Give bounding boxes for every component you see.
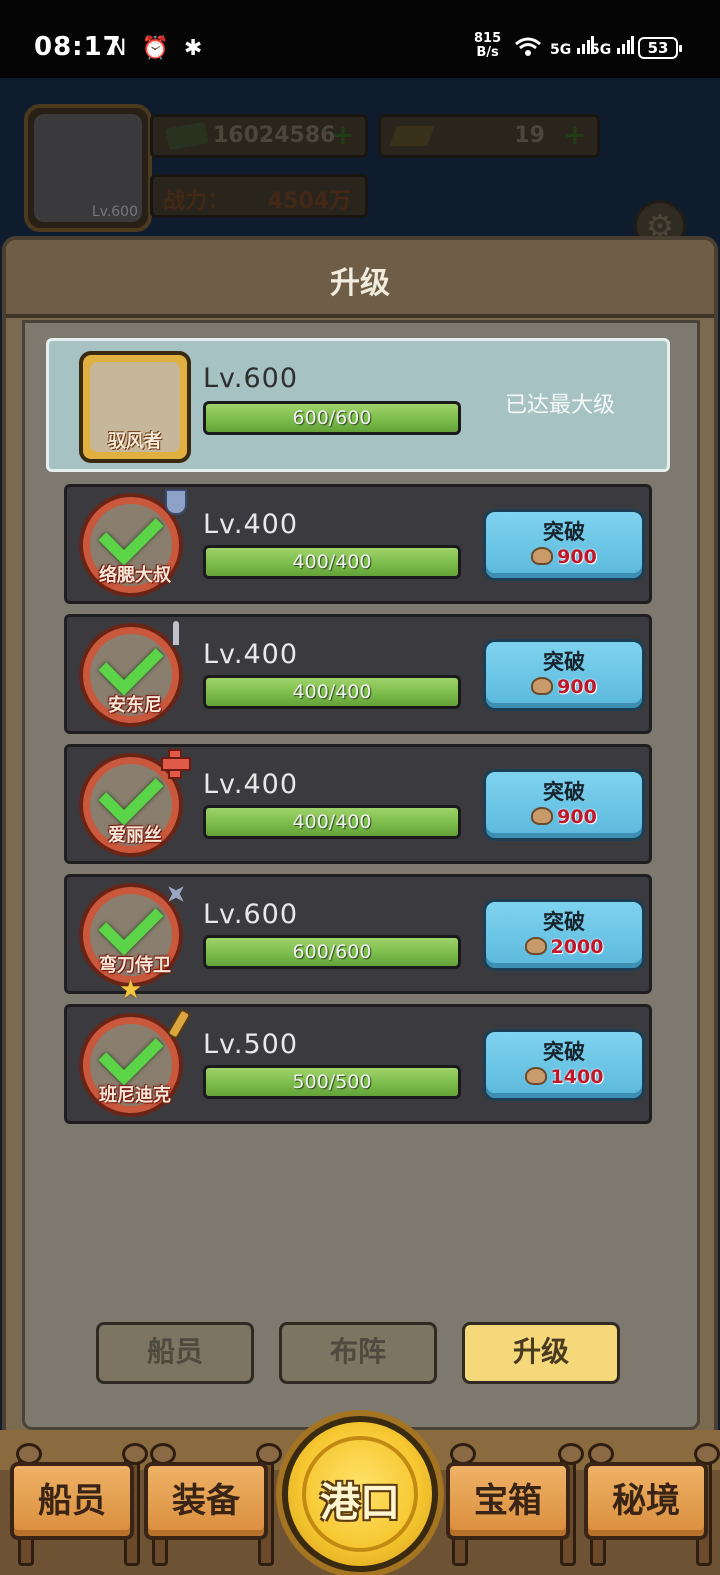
signal-2-label: 5G: [590, 42, 612, 58]
nav-secret-realm-button[interactable]: 秘境: [584, 1462, 708, 1540]
max-level-status: 已达最大级: [505, 393, 616, 418]
hero-portrait[interactable]: 安东尼: [79, 623, 183, 727]
signal-1-label: 5G: [550, 42, 572, 58]
signal-bars-icon: [617, 36, 635, 54]
breakthrough-button[interactable]: 突破 900: [483, 639, 645, 711]
status-icons: N ⏰ ✱: [110, 36, 207, 61]
exp-text: 400/400: [292, 811, 372, 833]
breakthrough-button[interactable]: 突破 900: [483, 509, 645, 581]
breakthrough-button[interactable]: 突破 900: [483, 769, 645, 841]
hero-name: 络腮大叔: [99, 565, 171, 586]
signal-5g-2: 5G: [590, 36, 635, 58]
nav-equipment-button[interactable]: 装备: [144, 1462, 268, 1540]
cost-value: 1400: [550, 1066, 604, 1088]
exp-text: 400/400: [292, 681, 372, 703]
shield-icon: [165, 489, 187, 515]
breakthrough-cost: 900: [486, 676, 642, 698]
battery-indicator: 53: [638, 37, 682, 59]
nav-crew-button[interactable]: 船员: [10, 1462, 134, 1540]
breakthrough-cost: 900: [486, 546, 642, 568]
hero-row[interactable]: 安东尼 Lv.400 400/400 突破 900: [64, 614, 652, 734]
hero-name: 班尼迪克: [99, 1085, 171, 1106]
signal-5g-1: 5G: [550, 36, 595, 58]
exp-bar: 500/500: [203, 1065, 461, 1099]
net-speed-unit: B/s: [476, 45, 499, 60]
hero-level: Lv.600: [203, 363, 299, 394]
cost-value: 900: [557, 676, 597, 698]
exp-text: 400/400: [292, 551, 372, 573]
tab-crew[interactable]: 船员: [96, 1322, 254, 1384]
cost-value: 900: [557, 546, 597, 568]
cost-value: 2000: [550, 936, 604, 958]
hero-row[interactable]: 爱丽丝 Lv.400 400/400 突破 900: [64, 744, 652, 864]
harbor-label: 港口: [320, 1480, 400, 1526]
nav-chest-button[interactable]: 宝箱: [446, 1462, 570, 1540]
exp-bar: 600/600: [203, 401, 461, 435]
hero-level: Lv.400: [203, 509, 299, 540]
breakthrough-button[interactable]: 突破 1400: [483, 1029, 645, 1101]
hero-row[interactable]: 弯刀侍卫 ★ Lv.600 600/600 突破 2000: [64, 874, 652, 1005]
hero-name: 驭风者: [108, 431, 162, 452]
breakthrough-label: 突破: [543, 780, 585, 804]
exp-text: 500/500: [292, 1071, 372, 1093]
hero-level: Lv.400: [203, 769, 299, 800]
sword-icon: [171, 619, 181, 647]
hero-level: Lv.600: [203, 899, 299, 930]
breakthrough-label: 突破: [543, 1040, 585, 1064]
breakthrough-label: 突破: [543, 910, 585, 934]
hero-row[interactable]: 班尼迪克 Lv.500 500/500 突破 1400: [64, 1004, 652, 1124]
hero-row-top[interactable]: 驭风者 Lv.600 600/600 已达最大级: [46, 338, 670, 472]
wifi-icon: [514, 36, 542, 62]
nav-harbor-button[interactable]: 港口: [282, 1416, 438, 1572]
breakthrough-label: 突破: [543, 520, 585, 544]
hero-row[interactable]: 络腮大叔 Lv.400 400/400 突破 900: [64, 484, 652, 604]
breakthrough-label: 突破: [543, 650, 585, 674]
hero-name: 弯刀侍卫: [99, 955, 171, 976]
breakthrough-cost: 2000: [486, 936, 642, 958]
cost-value: 900: [557, 806, 597, 828]
exp-text: 600/600: [292, 941, 372, 963]
healer-cross-icon: [161, 749, 191, 779]
hero-name: 安东尼: [108, 695, 162, 716]
hero-portrait[interactable]: 弯刀侍卫: [79, 883, 183, 987]
exp-text: 600/600: [292, 407, 372, 429]
net-speed-value: 815: [474, 31, 502, 46]
breakthrough-cost: 1400: [486, 1066, 642, 1088]
hero-portrait[interactable]: 班尼迪克: [79, 1013, 183, 1117]
breakthrough-button[interactable]: 突破 2000: [483, 899, 645, 971]
gold-weapon-icon: [166, 1008, 192, 1040]
exp-bar: 600/600: [203, 935, 461, 969]
panel-title-bar: 升级: [6, 240, 714, 318]
hero-name: 爱丽丝: [108, 825, 162, 846]
exp-bar: 400/400: [203, 545, 461, 579]
clock: 08:17: [34, 32, 122, 62]
hero-portrait[interactable]: 驭风者: [79, 351, 191, 463]
money-bag-icon: [531, 677, 554, 695]
panel-title: 升级: [330, 266, 390, 301]
status-bar: 08:17 N ⏰ ✱ 815 B/s 5G 5G 53: [0, 0, 720, 78]
hero-level: Lv.400: [203, 639, 299, 670]
breakthrough-cost: 900: [486, 806, 642, 828]
net-speed: 815 B/s: [474, 32, 501, 60]
tab-upgrade[interactable]: 升级: [462, 1322, 620, 1384]
star-icon: ★: [119, 975, 143, 1005]
hero-level: Lv.500: [203, 1029, 299, 1060]
money-bag-icon: [531, 547, 554, 565]
money-bag-icon: [524, 1067, 547, 1085]
tab-formation[interactable]: 布阵: [279, 1322, 437, 1384]
money-bag-icon: [524, 937, 547, 955]
exp-bar: 400/400: [203, 675, 461, 709]
exp-bar: 400/400: [203, 805, 461, 839]
money-bag-icon: [531, 807, 554, 825]
